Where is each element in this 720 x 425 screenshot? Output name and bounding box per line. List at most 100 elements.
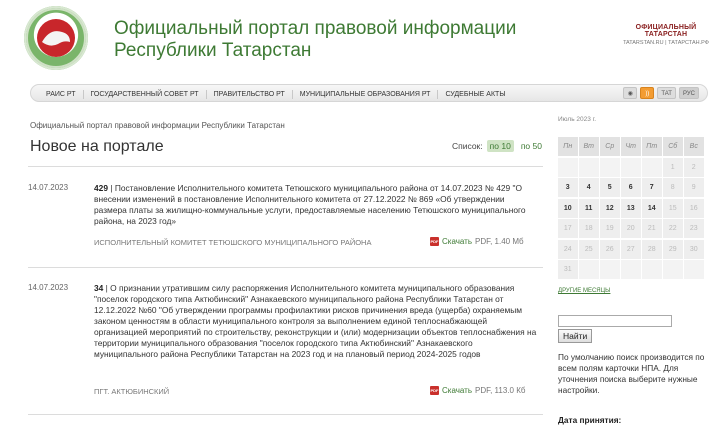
- entry-date: 14.07.2023: [28, 283, 69, 292]
- breadcrumb[interactable]: Официальный портал правовой информации Р…: [30, 121, 285, 130]
- calendar-empty-cell: [684, 260, 704, 279]
- entry-organization[interactable]: ПГТ. АКТЮБИНСКИЙ: [94, 387, 169, 396]
- calendar-empty-cell: [558, 157, 578, 177]
- calendar-weekday: Вс: [684, 137, 704, 156]
- calendar-day: 17: [558, 219, 578, 238]
- calendar-empty-cell: [579, 260, 599, 279]
- calendar-day[interactable]: 5: [600, 178, 620, 197]
- tatarstan-emblem-logo[interactable]: [24, 6, 88, 70]
- nav-item-rais[interactable]: РАИС РТ: [39, 89, 84, 99]
- calendar-day: 18: [579, 219, 599, 238]
- entry-text: | Постановление Исполнительного комитета…: [94, 183, 526, 226]
- calendar-weekday: Вт: [579, 137, 599, 156]
- calendar-day[interactable]: 14: [642, 198, 662, 218]
- main-navigation: РАИС РТ ГОСУДАРСТВЕННЫЙ СОВЕТ РТ ПРАВИТЕ…: [30, 84, 708, 102]
- calendar-day: 31: [558, 260, 578, 279]
- entry-organization[interactable]: ИСПОЛНИТЕЛЬНЫЙ КОМИТЕТ ТЕТЮШСКОГО МУНИЦИ…: [94, 238, 371, 247]
- calendar-day[interactable]: 11: [579, 198, 599, 218]
- calendar-empty-cell: [621, 260, 641, 279]
- calendar-day: 30: [684, 239, 704, 259]
- official-tatarstan-logo[interactable]: ОФИЦИАЛЬНЫЙ ТАТАРСТАН TATARSTAN.RU | ТАТ…: [620, 24, 712, 46]
- calendar-empty-cell: [600, 157, 620, 177]
- calendar-day: 27: [621, 239, 641, 259]
- list-option-10[interactable]: по 10: [486, 140, 514, 152]
- site-title-line2: Республики Татарстан: [114, 40, 312, 61]
- calendar-weekday: Пн: [558, 137, 578, 156]
- snow-leopard-icon: [26, 8, 86, 68]
- list-size-switch: Список: по 10 по 50: [452, 140, 545, 152]
- search-input[interactable]: [558, 315, 672, 327]
- calendar-day: 2: [684, 157, 704, 177]
- entry-download[interactable]: PDF Скачать PDF, 1.40 Мб: [430, 237, 524, 246]
- logo-subtext: TATARSTAN.RU | ТАТАРСТАН.РФ: [623, 40, 709, 46]
- entry-text: | О признании утратившим силу распоряжен…: [94, 283, 537, 359]
- calendar-weekday: Ср: [600, 137, 620, 156]
- calendar-day: 9: [684, 178, 704, 197]
- calendar-day: 28: [642, 239, 662, 259]
- lang-tat-button[interactable]: ТАТ: [657, 87, 676, 99]
- calendar-day[interactable]: 13: [621, 198, 641, 218]
- calendar-day: 22: [663, 219, 683, 238]
- eye-icon[interactable]: ◉: [623, 87, 638, 99]
- nav-item-state-council[interactable]: ГОСУДАРСТВЕННЫЙ СОВЕТ РТ: [84, 89, 207, 99]
- calendar-day: 1: [663, 157, 683, 177]
- calendar-day: 24: [558, 239, 578, 259]
- page-title: Новое на портале: [30, 138, 164, 155]
- download-link[interactable]: Скачать: [442, 237, 472, 246]
- calendar-day: 16: [684, 198, 704, 218]
- calendar-empty-cell: [579, 157, 599, 177]
- logo-text: ОФИЦИАЛЬНЫЙ ТАТАРСТАН: [635, 24, 697, 38]
- site-title-line1: Официальный портал правовой информации: [114, 18, 517, 39]
- file-size: PDF, 1.40 Мб: [475, 237, 524, 246]
- calendar: Пн Вт Ср Чт Пт Сб Вс 1 2 3 4 5 6 7 8 9 10 11 12 13 14 15 16 17 1…: [558, 137, 708, 279]
- calendar-day: 25: [579, 239, 599, 259]
- calendar-empty-cell: [642, 260, 662, 279]
- list-switch-label: Список:: [452, 141, 483, 151]
- calendar-weekday: Чт: [621, 137, 641, 156]
- calendar-day: 8: [663, 178, 683, 197]
- file-size: PDF, 113.0 Кб: [475, 386, 526, 395]
- entry-date: 14.07.2023: [28, 183, 69, 192]
- site-title[interactable]: Официальный портал правовой информации Р…: [114, 18, 516, 62]
- calendar-empty-cell: [663, 260, 683, 279]
- calendar-day: 15: [663, 198, 683, 218]
- calendar-day[interactable]: 7: [642, 178, 662, 197]
- divider: [28, 414, 543, 415]
- entry-title[interactable]: 429 | Постановление Исполнительного коми…: [94, 183, 539, 227]
- entry-title[interactable]: 34 | О признании утратившим силу распоря…: [94, 283, 539, 360]
- download-link[interactable]: Скачать: [442, 386, 472, 395]
- sidebar: Июль 2023 г. Пн Вт Ср Чт Пт Сб Вс 1 2 3 4 5 6 7 8 9 10 11…: [558, 116, 708, 425]
- divider: [28, 267, 543, 268]
- calendar-day[interactable]: 6: [621, 178, 641, 197]
- calendar-empty-cell: [600, 260, 620, 279]
- search-button[interactable]: Найти: [558, 329, 593, 343]
- adoption-date-label: Дата принятия:: [558, 415, 622, 425]
- calendar-day[interactable]: 12: [600, 198, 620, 218]
- rss-icon[interactable]: )): [640, 87, 655, 99]
- pdf-icon: PDF: [430, 237, 439, 246]
- calendar-title: Июль 2023 г.: [558, 116, 597, 123]
- calendar-empty-cell: [642, 157, 662, 177]
- calendar-empty-cell: [621, 157, 641, 177]
- divider: [28, 166, 543, 167]
- nav-item-government[interactable]: ПРАВИТЕЛЬСТВО РТ: [207, 89, 293, 99]
- site-header: Официальный портал правовой информации Р…: [0, 0, 720, 80]
- list-option-50[interactable]: по 50: [518, 140, 545, 152]
- other-months-link[interactable]: ДРУГИЕ МЕСЯЦЫ: [558, 288, 610, 294]
- calendar-day[interactable]: 3: [558, 178, 578, 197]
- nav-item-municipalities[interactable]: МУНИЦИПАЛЬНЫЕ ОБРАЗОВАНИЯ РТ: [293, 89, 439, 99]
- calendar-day[interactable]: 10: [558, 198, 578, 218]
- pdf-icon: PDF: [430, 386, 439, 395]
- calendar-day: 23: [684, 219, 704, 238]
- lang-rus-button[interactable]: РУС: [678, 87, 699, 99]
- calendar-day[interactable]: 4: [579, 178, 599, 197]
- entry-number: 34: [94, 283, 104, 293]
- list-item: 14.07.2023 429 | Постановление Исполните…: [28, 183, 543, 258]
- nav-item-court-acts[interactable]: СУДЕБНЫЕ АКТЫ: [438, 90, 512, 99]
- calendar-day: 19: [600, 219, 620, 238]
- calendar-weekday: Пт: [642, 137, 662, 156]
- calendar-day: 29: [663, 239, 683, 259]
- search-hint: По умолчанию поиск производится по всем …: [558, 352, 705, 395]
- list-item: 14.07.2023 34 | О признании утратившим с…: [28, 283, 543, 413]
- entry-download[interactable]: PDF Скачать PDF, 113.0 Кб: [430, 386, 525, 395]
